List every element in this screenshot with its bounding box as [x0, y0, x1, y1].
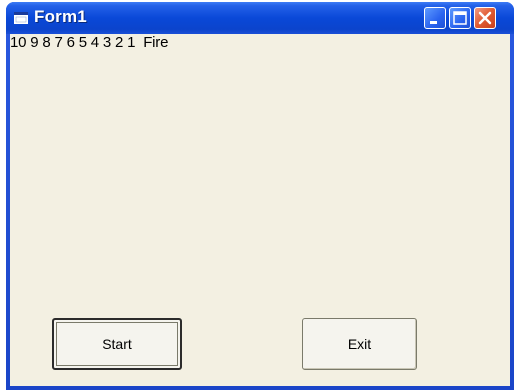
app-icon[interactable] — [14, 11, 28, 24]
minimize-button[interactable] — [424, 7, 446, 29]
maximize-icon — [453, 11, 467, 25]
close-icon — [478, 11, 492, 25]
countdown-label: 10 9 8 7 6 5 4 3 2 1 Fire — [10, 34, 169, 51]
maximize-button[interactable] — [449, 7, 471, 29]
close-button[interactable] — [474, 7, 496, 29]
exit-button[interactable]: Exit — [302, 318, 417, 370]
window-title: Form1 — [34, 7, 87, 26]
title-bar[interactable]: Form1 — [6, 2, 514, 34]
start-button[interactable]: Start — [52, 318, 182, 370]
minimize-icon — [430, 21, 437, 24]
